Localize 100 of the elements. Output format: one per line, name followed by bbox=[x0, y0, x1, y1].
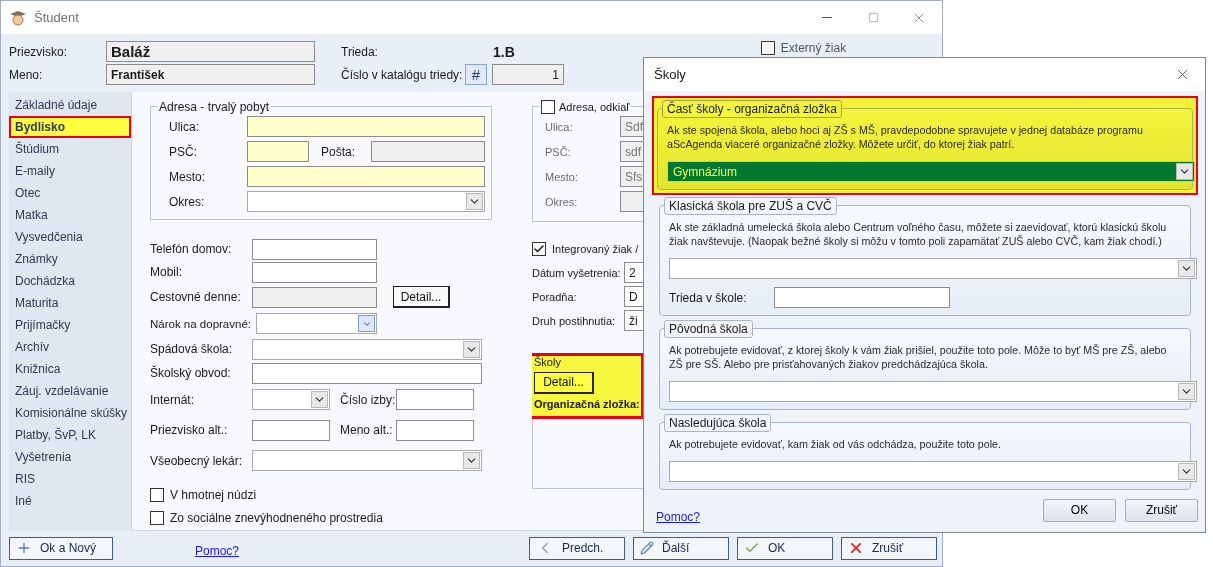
group-title: Pôvodná škola bbox=[664, 320, 753, 338]
sidebar-item[interactable]: Platby, ŠvP, LK bbox=[9, 423, 131, 446]
school-dropdown[interactable] bbox=[669, 381, 1197, 402]
sidebar-item[interactable]: Maturita bbox=[9, 291, 131, 314]
checkbox[interactable] bbox=[150, 511, 164, 526]
dialog-title: Školy bbox=[654, 67, 686, 82]
checkbox-label: Externý žiak bbox=[780, 40, 847, 55]
city-field: Sfs bbox=[620, 166, 644, 188]
sidebar-item[interactable]: Vyšetrenia bbox=[9, 445, 131, 468]
student-icon bbox=[9, 8, 27, 27]
city-field[interactable] bbox=[247, 166, 485, 188]
field-label: Meno: bbox=[9, 67, 44, 82]
sidebar-item[interactable]: Archív bbox=[9, 335, 131, 358]
field-label: Cestovné denne: bbox=[150, 290, 242, 305]
sidebar-item[interactable]: Štúdium bbox=[9, 137, 131, 160]
sidebar-item[interactable]: Známky bbox=[9, 247, 131, 270]
cancel-button[interactable]: Zrušiť bbox=[1125, 498, 1198, 522]
phone-field[interactable] bbox=[252, 238, 377, 260]
district-dropdown[interactable] bbox=[247, 191, 485, 213]
group-title: Klasická škola pre ZUŠ a CVČ bbox=[664, 197, 837, 215]
sidebar-item[interactable]: Komisionálne skúšky bbox=[9, 401, 131, 424]
group-title: Školy bbox=[534, 355, 562, 368]
description-text: Ak potrebujete evidovať, kam žiak od vás odchádza, použite toto pole. bbox=[669, 437, 1002, 451]
field-label: Školský obvod: bbox=[150, 366, 232, 381]
field-label: Poradňa: bbox=[532, 290, 578, 303]
integration-checkbox[interactable] bbox=[532, 242, 546, 257]
field-label: Ulica: bbox=[545, 120, 574, 133]
group-title: Adresa - trvalý pobyt bbox=[158, 99, 271, 114]
field-label: PSČ: bbox=[169, 144, 198, 159]
chevron-down-icon bbox=[358, 315, 375, 333]
doctor-dropdown[interactable] bbox=[252, 450, 482, 472]
description-text: Ak ste základná umelecká škola alebo Centrum voľného času, môžete si zaevidovať, ktorú klasickú školu žiak navštevuje. (Naopak bežné školy si môžu v tomto poli zapamätať ZUŠ alebo CVČ, kam žiak chodí.) bbox=[669, 220, 1168, 248]
field-label: Nárok na dopravné: bbox=[150, 317, 252, 330]
sidebar-item[interactable]: Dochádzka bbox=[9, 269, 131, 292]
mobile-field[interactable] bbox=[252, 261, 377, 283]
field-label: Pošta: bbox=[320, 144, 357, 159]
help-link[interactable]: Pomoc? bbox=[656, 510, 701, 524]
name-field: František bbox=[106, 64, 315, 86]
field-label: Číslo izby: bbox=[339, 392, 396, 407]
sidebar-item[interactable]: Matka bbox=[9, 203, 131, 226]
help-link[interactable]: Pomoc? bbox=[195, 544, 240, 559]
zip-field: sdf bbox=[620, 141, 644, 163]
sidebar-item[interactable]: E-maily bbox=[9, 159, 131, 182]
sidebar-item[interactable]: Vysvedčenia bbox=[9, 225, 131, 248]
field-label: Mesto: bbox=[545, 170, 579, 183]
chevron-down-icon bbox=[1178, 463, 1195, 480]
checkbox-label: V hmotnej núdzi bbox=[170, 488, 257, 503]
cancel-button[interactable]: Zrušiť bbox=[841, 536, 937, 560]
alt-name-field[interactable] bbox=[396, 419, 474, 441]
previous-button[interactable]: Predch. bbox=[529, 536, 625, 560]
field-label: Priezvisko alt.: bbox=[150, 423, 229, 438]
external-checkbox[interactable] bbox=[760, 40, 775, 55]
sidebar-item[interactable]: Záuj. vzdelávanie bbox=[9, 379, 131, 402]
class-field[interactable] bbox=[774, 287, 950, 308]
chevron-down-icon bbox=[311, 391, 328, 409]
field-label: Internát: bbox=[150, 392, 196, 407]
field-label: PSČ: bbox=[545, 145, 572, 158]
chevron-down-icon bbox=[463, 452, 480, 470]
sidebar-item[interactable]: Otec bbox=[9, 181, 131, 204]
disability-field[interactable]: ži bbox=[624, 310, 644, 332]
sidebar-item[interactable]: Knižnica bbox=[9, 357, 131, 380]
number-button[interactable]: # bbox=[465, 64, 487, 86]
school-dropdown[interactable]: Gymnázium bbox=[667, 161, 1195, 182]
chevron-down-icon bbox=[1178, 260, 1195, 277]
next-button[interactable]: Ďalší bbox=[633, 536, 729, 560]
surname-field: Baláž bbox=[106, 41, 315, 63]
chevron-down-icon bbox=[1176, 163, 1193, 180]
sidebar-item[interactable]: Základné údaje bbox=[9, 93, 131, 116]
ok-new-button[interactable]: Ok a Nový bbox=[9, 536, 113, 560]
street-field[interactable] bbox=[247, 116, 485, 138]
field-label: Meno alt.: bbox=[339, 423, 394, 438]
date-field[interactable]: 2 bbox=[624, 262, 644, 284]
school-dropdown[interactable] bbox=[669, 461, 1197, 482]
address-checkbox[interactable] bbox=[541, 99, 555, 114]
field-label: Druh postihnutia: bbox=[532, 314, 617, 327]
field-label: Trieda v škole: bbox=[669, 290, 748, 305]
transport-dropdown[interactable] bbox=[256, 313, 377, 335]
zip-field[interactable] bbox=[247, 141, 309, 163]
room-field[interactable] bbox=[396, 389, 474, 411]
detail-button[interactable]: Detail... bbox=[393, 286, 450, 309]
sidebar-item[interactable]: Bydlisko bbox=[9, 115, 131, 138]
school-district-field[interactable] bbox=[252, 362, 482, 384]
ok-button[interactable]: OK bbox=[1043, 498, 1116, 522]
sidebar-item[interactable]: Prijímačky bbox=[9, 313, 131, 336]
maximize-icon bbox=[867, 12, 879, 23]
field-label: Mobil: bbox=[150, 265, 183, 280]
ok-button[interactable]: OK bbox=[737, 536, 833, 560]
checkbox[interactable] bbox=[150, 488, 164, 503]
field-label: Číslo v katalógu triedy: bbox=[341, 67, 464, 82]
sidebar-item[interactable]: Iné bbox=[9, 489, 131, 512]
description-text: Ak ste spojená škola, alebo hoci aj ZŠ s MŠ, pravdepodobne spravujete v jednej databáze programu aScAgenda viaceré organizačné zložky. Môžete určiť, do ktorej žiak patrí. bbox=[667, 123, 1144, 151]
sidebar-item[interactable]: RIS bbox=[9, 467, 131, 490]
detail-button[interactable]: Detail... bbox=[534, 371, 594, 394]
catchment-dropdown[interactable] bbox=[252, 338, 482, 360]
alt-surname-field[interactable] bbox=[252, 419, 330, 441]
counseling-field[interactable]: D bbox=[624, 286, 644, 308]
dorm-dropdown[interactable] bbox=[252, 389, 330, 411]
field-label: Mesto: bbox=[169, 169, 206, 184]
pencil-icon bbox=[640, 541, 654, 556]
school-dropdown[interactable] bbox=[669, 258, 1197, 279]
